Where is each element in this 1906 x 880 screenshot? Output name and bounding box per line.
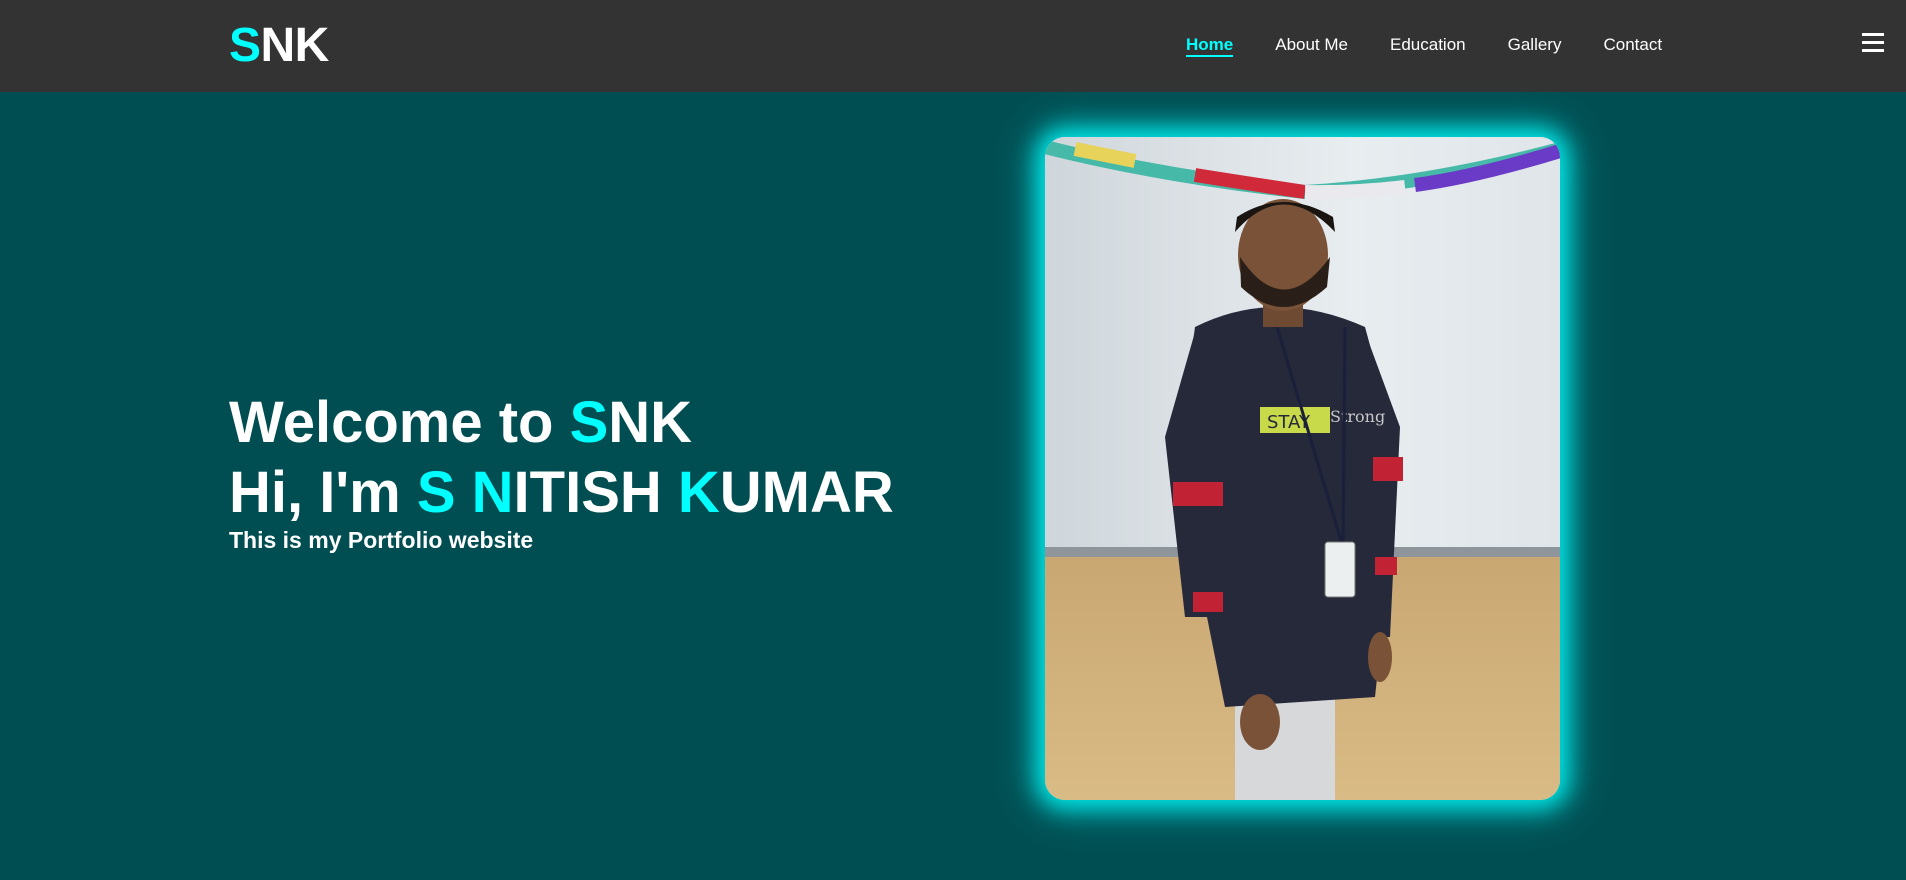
hero-name-heading: Hi, I'm S NITISH KUMAR [229, 460, 894, 525]
nav-contact-link[interactable]: Contact [1603, 35, 1662, 57]
profile-photo-image: STAY Strong [1045, 137, 1560, 800]
nav-links: Home About Me Education Gallery Contact [1186, 35, 1704, 57]
logo-initial: S [229, 19, 261, 72]
hero-welcome-heading: Welcome to SNK [229, 390, 693, 455]
nav-home-link[interactable]: Home [1186, 35, 1234, 57]
site-logo[interactable]: SNK [229, 18, 329, 74]
nav-gallery-link[interactable]: Gallery [1508, 35, 1562, 57]
hamburger-icon[interactable] [1862, 33, 1884, 55]
navbar: SNK Home About Me Education Gallery Cont… [0, 0, 1906, 92]
logo-rest: NK [260, 19, 330, 72]
svg-text:Strong: Strong [1330, 407, 1385, 426]
hero-section: Welcome to SNK Hi, I'm S NITISH KUMAR Th… [229, 388, 894, 554]
nav-about-link[interactable]: About Me [1275, 35, 1348, 57]
nav-education-link[interactable]: Education [1390, 35, 1466, 57]
profile-photo: STAY Strong [1045, 137, 1560, 800]
hero-subtitle: This is my Portfolio website [229, 527, 534, 553]
